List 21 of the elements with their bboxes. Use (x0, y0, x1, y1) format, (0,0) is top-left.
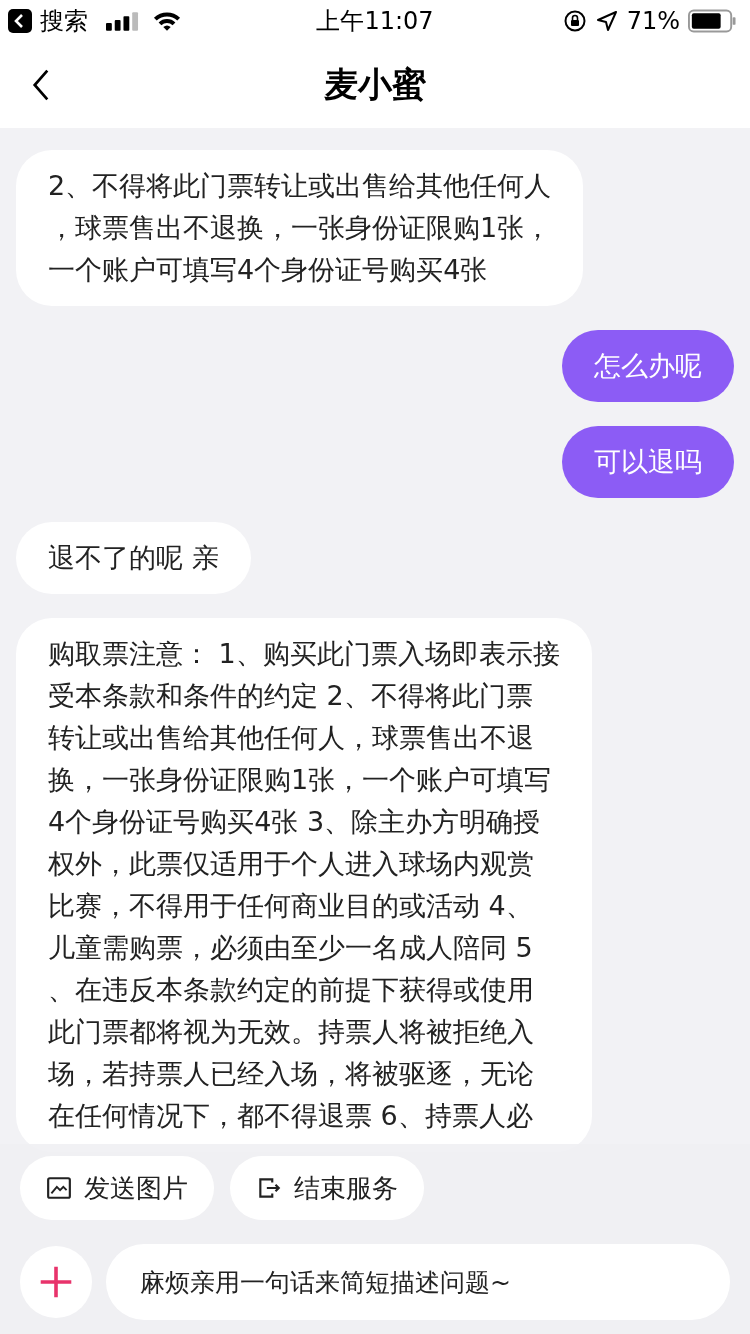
agent-message: 退不了的呢 亲 (16, 522, 251, 594)
exit-icon (256, 1175, 282, 1201)
plus-icon (38, 1264, 74, 1300)
image-icon (46, 1175, 72, 1201)
user-message: 可以退吗 (562, 426, 734, 498)
agent-message: 2、不得将此门票转让或出售给其他任何人 ，球票售出不退换，一张身份证限购1张， 一个账户可填写4个身份证号购买4张 (16, 150, 584, 306)
status-time: 上午11:07 (316, 6, 434, 37)
wifi-icon (153, 10, 181, 32)
battery-icon (688, 9, 736, 33)
back-icon[interactable] (32, 68, 50, 102)
rotation-lock-icon (562, 9, 587, 33)
nav-title: 麦小蜜 (324, 63, 426, 106)
back-app-label[interactable]: 搜索 (40, 5, 88, 37)
quick-action-button[interactable]: 发送图片 (20, 1156, 214, 1220)
location-icon (594, 9, 619, 33)
back-app-icon[interactable] (8, 9, 32, 33)
user-message: 怎么办呢 (562, 330, 734, 402)
quick-action-button[interactable]: 结束服务 (230, 1156, 424, 1220)
message-input[interactable]: 麻烦亲用一句话来简短描述问题~ (106, 1244, 730, 1320)
battery-percent: 71% (626, 7, 680, 35)
signal-icon (106, 11, 139, 31)
